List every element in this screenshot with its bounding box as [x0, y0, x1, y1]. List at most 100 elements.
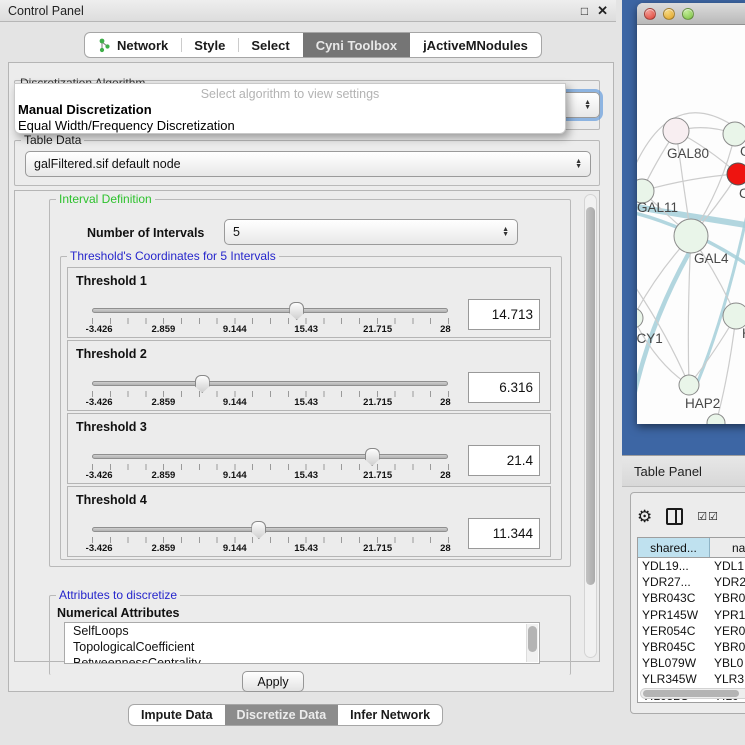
threshold-2-value[interactable]: 6.316	[468, 372, 540, 403]
tab-network-label: Network	[117, 38, 168, 53]
settings-scroll-panel: Interval Definition Number of Intervals …	[14, 190, 600, 662]
settings-scrollbar[interactable]	[584, 194, 597, 658]
close-traffic-light-icon[interactable]	[644, 8, 656, 20]
list-item[interactable]: SelfLoops	[65, 623, 539, 639]
close-icon[interactable]: ✕	[597, 3, 608, 19]
node-label: GAL11	[637, 200, 678, 215]
tab-select-label: Select	[251, 38, 289, 53]
numerical-attributes-list[interactable]: SelfLoops TopologicalCoefficient Between…	[64, 622, 540, 664]
scrollbar-thumb[interactable]	[586, 207, 595, 585]
table-data-group: Table Data galFiltered.sif default node …	[14, 140, 600, 186]
table-panel-card: ⚙ ☑☑ shared... na YDL19... YDL1 YDR27...…	[630, 492, 745, 714]
zoom-traffic-light-icon[interactable]	[682, 8, 694, 20]
num-intervals-combo[interactable]: 5 ▲▼	[224, 219, 518, 245]
attributes-scrollbar[interactable]	[526, 624, 538, 662]
table-row[interactable]: YBR045C YBR0	[638, 639, 745, 655]
table-data-combo-value: galFiltered.sif default node	[34, 157, 181, 171]
num-intervals-label: Number of Intervals	[87, 226, 204, 240]
node-g[interactable]	[723, 122, 745, 146]
threshold-2-panel: Threshold 2 -3.426 2.859 9.144 15.43 21.…	[67, 340, 551, 411]
list-item[interactable]: BetweennessCentrality	[65, 655, 539, 664]
combo-spinner-icon: ▲▼	[584, 100, 591, 110]
node-hap2[interactable]	[679, 375, 699, 395]
table-panel-title: Table Panel	[634, 464, 702, 479]
tab-cyni-toolbox[interactable]: Cyni Toolbox	[303, 33, 410, 57]
threshold-4-value[interactable]: 11.344	[468, 518, 540, 549]
slider-tick-labels: -3.426 2.859 9.144 15.43 21.715 28	[92, 324, 449, 336]
threshold-1-slider[interactable]	[92, 308, 448, 313]
control-panel-titlebar: Control Panel □ ✕	[0, 0, 616, 22]
node-gcy1[interactable]	[637, 308, 643, 328]
tab-impute-data[interactable]: Impute Data	[129, 705, 225, 725]
tab-select[interactable]: Select	[238, 33, 302, 57]
cyni-mode-tabs: Impute Data Discretize Data Infer Networ…	[128, 704, 443, 726]
attributes-group-title: Attributes to discretize	[56, 588, 180, 602]
control-panel-tabs: Network Style Select Cyni Toolbox jActiv…	[84, 32, 542, 58]
list-item[interactable]: TopologicalCoefficient	[65, 639, 539, 655]
node-bottom[interactable]	[707, 414, 725, 424]
dropdown-option-manual[interactable]: Manual Discretization	[15, 101, 565, 117]
threshold-3-value[interactable]: 21.4	[468, 445, 540, 476]
tab-style-label: Style	[194, 38, 225, 53]
threshold-1-label: Threshold 1	[76, 274, 147, 288]
node-label: GAL80	[667, 146, 709, 161]
table-row[interactable]: YDR27... YDR2	[638, 574, 745, 590]
slider-tick-labels: -3.426 2.859 9.144 15.43 21.715 28	[92, 397, 449, 409]
table-row[interactable]: YBL079W YBL0	[638, 655, 745, 671]
table-row[interactable]: YLR345W YLR3	[638, 671, 745, 687]
node-label: HAP2	[685, 396, 720, 411]
slider-tick-labels: -3.426 2.859 9.144 15.43 21.715 28	[92, 543, 449, 555]
scrollbar-thumb[interactable]	[528, 626, 537, 652]
checkbox-icons[interactable]: ☑☑	[697, 510, 719, 523]
threshold-4-slider[interactable]	[92, 527, 448, 532]
tab-jactivemnodules-label: jActiveMNodules	[423, 38, 528, 53]
screen: Control Panel □ ✕ Network Style Select C…	[0, 0, 745, 745]
gear-icon[interactable]: ⚙	[637, 508, 652, 525]
network-icon	[98, 38, 111, 53]
table-data-title: Table Data	[21, 133, 84, 147]
attributes-group: Attributes to discretize Numerical Attri…	[49, 595, 571, 675]
table-hscrollbar[interactable]	[640, 688, 745, 699]
threshold-2-slider[interactable]	[92, 381, 448, 386]
tab-style[interactable]: Style	[181, 33, 238, 57]
threshold-3-slider[interactable]	[92, 454, 448, 459]
network-canvas[interactable]: GAL80 G C GAL11 GAL4 GCY1 H HAP2	[637, 25, 745, 424]
threshold-2-label: Threshold 2	[76, 347, 147, 361]
tab-cyni-toolbox-label: Cyni Toolbox	[316, 38, 397, 53]
network-graph: GAL80 G C GAL11 GAL4 GCY1 H HAP2	[637, 25, 745, 424]
table-row[interactable]: YPR145W YPR1	[638, 607, 745, 623]
scrollbar-thumb[interactable]	[643, 690, 739, 697]
node-gal80[interactable]	[663, 118, 689, 144]
tab-infer-network[interactable]: Infer Network	[338, 705, 442, 725]
tab-discretize-data[interactable]: Discretize Data	[225, 705, 339, 725]
float-window-icon[interactable]: □	[581, 4, 588, 18]
network-window[interactable]: GAL80 G C GAL11 GAL4 GCY1 H HAP2	[637, 3, 745, 424]
network-window-titlebar[interactable]	[637, 3, 745, 25]
thresholds-group-title: Threshold's Coordinates for 5 Intervals	[67, 249, 279, 263]
table-row[interactable]: YDL19... YDL1	[638, 558, 745, 574]
window-title: Control Panel	[8, 4, 84, 18]
thresholds-group: Threshold's Coordinates for 5 Intervals …	[60, 256, 562, 560]
column-header-name[interactable]: na	[710, 538, 745, 557]
dropdown-option-equal[interactable]: Equal Width/Frequency Discretization	[15, 117, 565, 133]
table-row[interactable]: YER054C YER0	[638, 623, 745, 639]
node-label: G	[740, 144, 745, 159]
column-header-shared-name[interactable]: shared...	[638, 538, 710, 557]
node-table[interactable]: shared... na YDL19... YDL1 YDR27... YDR2…	[637, 537, 745, 703]
numerical-attributes-label: Numerical Attributes	[57, 606, 179, 620]
tab-network[interactable]: Network	[85, 33, 181, 57]
table-row[interactable]: YBR043C YBR0	[638, 590, 745, 606]
table-toolbar: ⚙ ☑☑	[637, 499, 745, 533]
table-data-combo[interactable]: galFiltered.sif default node ▲▼	[25, 151, 591, 177]
algorithm-dropdown: Select algorithm to view settings Manual…	[14, 83, 566, 134]
node-gal4[interactable]	[674, 219, 708, 253]
tab-jactivemnodules[interactable]: jActiveMNodules	[410, 33, 541, 57]
threshold-1-value[interactable]: 14.713	[468, 299, 540, 330]
table-panel-titlebar: Table Panel	[622, 455, 745, 487]
minimize-traffic-light-icon[interactable]	[663, 8, 675, 20]
apply-button[interactable]: Apply	[242, 671, 304, 692]
slider-tick-labels: -3.426 2.859 9.144 15.43 21.715 28	[92, 470, 449, 482]
columns-icon[interactable]	[666, 508, 683, 525]
node-red-selected[interactable]	[727, 163, 745, 185]
table-header-row: shared... na	[638, 538, 745, 558]
